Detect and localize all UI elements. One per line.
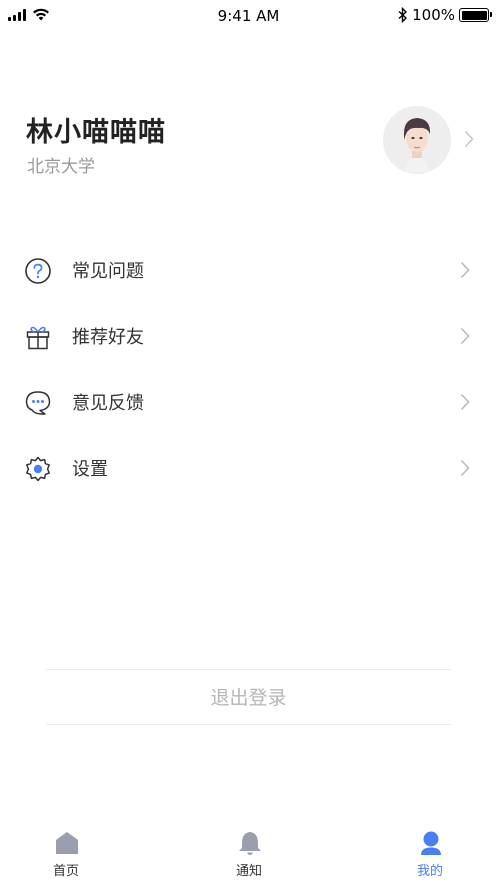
battery-icon [459,8,492,22]
tab-label: 通知 [235,864,262,879]
menu-item-feedback[interactable]: 意见反馈 [0,369,497,435]
chevron-right-icon [460,459,470,477]
menu-item-label: 设置 [72,459,108,480]
avatar[interactable] [383,106,451,174]
menu-item-invite[interactable]: 推荐好友 [0,303,497,369]
profile-header[interactable]: 林小喵喵喵 北京大学 [0,100,497,180]
chevron-right-icon [460,261,470,279]
chevron-right-icon [460,393,470,411]
logout-label: 退出登录 [210,687,287,709]
status-right: 100% [398,6,492,24]
chevron-right-icon [464,130,474,148]
chevron-right-icon [460,327,470,345]
user-icon [421,831,441,855]
gift-icon [26,326,50,350]
home-icon [56,832,78,854]
status-bar: 9:41 AM 100% [0,0,497,32]
menu-list: 常见问题 推荐好友 意见反馈 设置 [0,237,497,501]
menu-item-label: 推荐好友 [72,327,144,348]
tab-notifications[interactable]: 通知 [199,826,299,883]
battery-percent: 100% [412,6,455,24]
menu-item-label: 常见问题 [72,261,144,282]
gear-icon [26,456,50,482]
tab-bar: 首页 通知 我的 [0,826,497,883]
menu-item-settings[interactable]: 设置 [0,435,497,501]
profile-name: 林小喵喵喵 [26,117,166,148]
tab-label: 首页 [52,864,79,879]
question-icon [25,258,51,284]
chat-icon [25,391,51,415]
profile-school: 北京大学 [27,157,95,177]
tab-home[interactable]: 首页 [16,826,116,883]
tab-label: 我的 [416,864,443,879]
bluetooth-icon [398,7,408,23]
logout-button[interactable]: 退出登录 [46,669,451,725]
tab-profile[interactable]: 我的 [380,826,480,883]
menu-item-label: 意见反馈 [72,393,144,414]
menu-item-faq[interactable]: 常见问题 [0,237,497,303]
bell-icon [239,832,261,855]
